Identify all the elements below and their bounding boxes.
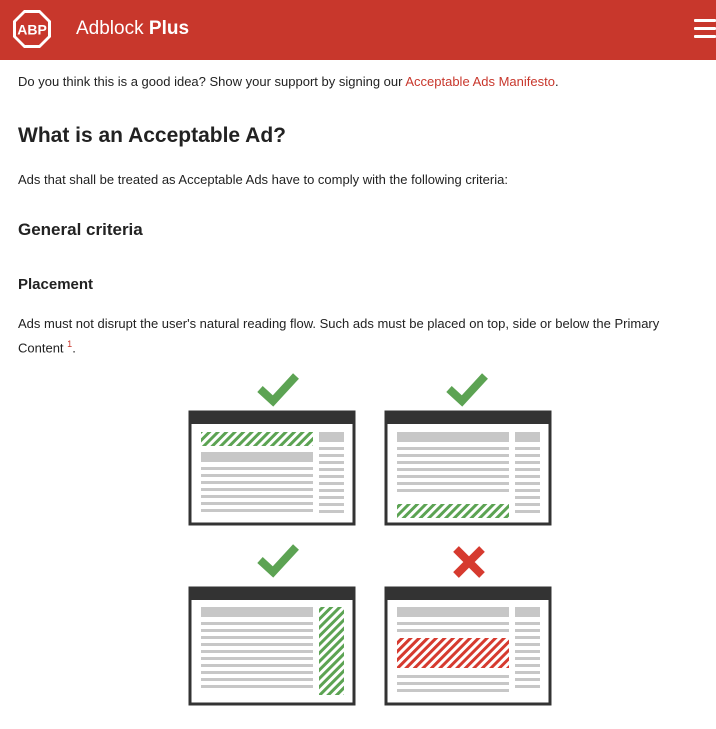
browser-titlebar [190, 588, 354, 600]
placement-heading: Placement [18, 276, 94, 293]
manifesto-intro: Do you think this is a good idea? Show y… [18, 74, 559, 89]
content-header [397, 432, 509, 442]
manifesto-link[interactable]: Acceptable Ads Manifesto [405, 74, 555, 89]
browser-titlebar [386, 412, 550, 424]
cross-icon [453, 546, 485, 578]
placement-body: Ads must not disrupt the user's natural … [18, 316, 660, 356]
panel-side-ad [188, 544, 356, 706]
panel-top-ad [188, 373, 356, 526]
abp-logo-icon[interactable]: ABP [12, 9, 52, 49]
ad-block-accepted [319, 607, 344, 695]
browser-titlebar [190, 412, 354, 424]
ad-block-accepted [397, 504, 509, 518]
intro-text: Do you think this is a good idea? Show y… [18, 74, 403, 89]
content-header [201, 452, 313, 462]
placement-diagram [188, 373, 552, 706]
intro-period: . [554, 74, 559, 89]
ad-block-rejected [397, 638, 509, 668]
check-icon [257, 544, 299, 578]
criteria-intro: Ads that shall be treated as Acceptable … [18, 172, 508, 187]
browser-titlebar [386, 588, 550, 600]
placement-period: . [72, 340, 76, 356]
hamburger-icon[interactable] [694, 19, 716, 41]
ad-block-accepted [201, 432, 313, 446]
page-title: What is an Acceptable Ad? [18, 124, 286, 147]
content-header [201, 607, 313, 617]
brand-second: Plus [148, 18, 190, 39]
content-header [397, 607, 509, 617]
logo-text: ABP [17, 22, 47, 38]
panel-bottom-ad [384, 373, 552, 526]
panel-in-content-ad [384, 546, 552, 706]
check-icon [257, 373, 299, 407]
general-criteria-heading: General criteria [18, 220, 143, 239]
top-bar: ABP Adblock Plus [0, 0, 716, 60]
brand-first: Adblock [76, 18, 144, 39]
placement-text: Ads must not disrupt the user's natural … [18, 313, 708, 358]
check-icon [446, 373, 488, 407]
brand-name[interactable]: Adblock Plus [76, 18, 189, 40]
